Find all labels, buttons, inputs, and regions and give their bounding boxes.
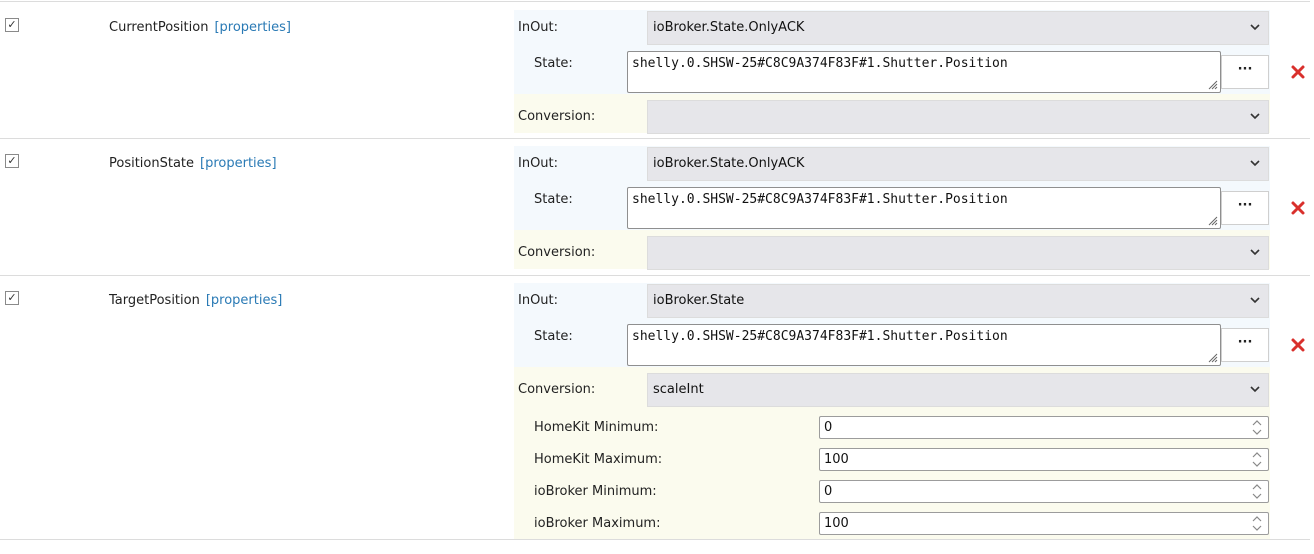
inout-value: ioBroker.State.OnlyACK <box>653 20 805 35</box>
delete-icon[interactable] <box>1289 336 1307 354</box>
chevron-down-icon <box>1250 113 1260 120</box>
conversion-value: scaleInt <box>653 382 704 397</box>
delete-icon[interactable] <box>1289 63 1307 81</box>
properties-link[interactable]: [properties] <box>200 156 276 171</box>
param-label-iobroker-min: ioBroker Minimum: <box>534 484 657 499</box>
state-value: shelly.0.SHSW-25#C8C9A374F83F#1.Shutter.… <box>632 56 1008 71</box>
param-label-homekit-min: HomeKit Minimum: <box>534 420 659 435</box>
spinner-icon[interactable] <box>1250 482 1264 501</box>
chevron-down-icon <box>1250 297 1260 304</box>
delete-icon[interactable] <box>1289 199 1307 217</box>
properties-link[interactable]: [properties] <box>214 20 290 35</box>
inout-value: ioBroker.State <box>653 293 745 308</box>
characteristic-name: PositionState <box>109 156 195 171</box>
conversion-label: Conversion: <box>518 245 596 260</box>
resize-grip-icon[interactable] <box>1206 351 1218 363</box>
conversion-select[interactable] <box>647 236 1269 270</box>
enable-checkbox[interactable]: ✓ <box>5 154 19 168</box>
state-label: State: <box>534 329 573 344</box>
param-value: 0 <box>824 420 833 435</box>
state-input[interactable]: shelly.0.SHSW-25#C8C9A374F83F#1.Shutter.… <box>627 187 1221 229</box>
inout-label: InOut: <box>518 156 559 171</box>
state-input[interactable]: shelly.0.SHSW-25#C8C9A374F83F#1.Shutter.… <box>627 324 1221 366</box>
resize-grip-icon[interactable] <box>1206 214 1218 226</box>
enable-checkbox[interactable]: ✓ <box>5 18 19 32</box>
chevron-down-icon <box>1250 386 1260 393</box>
param-value: 100 <box>824 452 849 467</box>
conversion-label: Conversion: <box>518 109 596 124</box>
browse-state-button[interactable]: ··· <box>1221 328 1269 362</box>
characteristic-name: TargetPosition <box>109 293 200 308</box>
inout-select[interactable]: ioBroker.State <box>647 284 1269 318</box>
characteristic-row: ✓ CurrentPosition [properties] InOut: ioB… <box>0 1 1310 139</box>
browse-state-button[interactable]: ··· <box>1221 191 1269 225</box>
chevron-down-icon <box>1250 249 1260 256</box>
param-label-iobroker-max: ioBroker Maximum: <box>534 516 661 531</box>
characteristic-name: CurrentPosition <box>109 20 209 35</box>
homekit-maximum-input[interactable]: 100 <box>819 448 1269 471</box>
conversion-select[interactable]: scaleInt <box>647 373 1269 407</box>
conversion-label: Conversion: <box>518 382 596 397</box>
inout-select[interactable]: ioBroker.State.OnlyACK <box>647 11 1269 45</box>
state-input[interactable]: shelly.0.SHSW-25#C8C9A374F83F#1.Shutter.… <box>627 51 1221 93</box>
characteristic-row: ✓ TargetPosition [properties] InOut: ioBr… <box>0 276 1310 540</box>
param-value: 100 <box>824 516 849 531</box>
state-value: shelly.0.SHSW-25#C8C9A374F83F#1.Shutter.… <box>632 329 1008 344</box>
conversion-select[interactable] <box>647 100 1269 134</box>
iobroker-maximum-input[interactable]: 100 <box>819 512 1269 535</box>
spinner-icon[interactable] <box>1250 418 1264 437</box>
inout-select[interactable]: ioBroker.State.OnlyACK <box>647 147 1269 181</box>
chevron-down-icon <box>1250 24 1260 31</box>
state-label: State: <box>534 56 573 71</box>
resize-grip-icon[interactable] <box>1206 78 1218 90</box>
characteristic-row: ✓ PositionState [properties] InOut: ioBro… <box>0 139 1310 276</box>
inout-label: InOut: <box>518 20 559 35</box>
homekit-minimum-input[interactable]: 0 <box>819 416 1269 439</box>
iobroker-minimum-input[interactable]: 0 <box>819 480 1269 503</box>
param-label-homekit-max: HomeKit Maximum: <box>534 452 663 467</box>
properties-link[interactable]: [properties] <box>206 293 282 308</box>
state-value: shelly.0.SHSW-25#C8C9A374F83F#1.Shutter.… <box>632 192 1008 207</box>
spinner-icon[interactable] <box>1250 450 1264 469</box>
spinner-icon[interactable] <box>1250 514 1264 533</box>
param-value: 0 <box>824 484 833 499</box>
state-label: State: <box>534 192 573 207</box>
chevron-down-icon <box>1250 160 1260 167</box>
enable-checkbox[interactable]: ✓ <box>5 291 19 305</box>
browse-state-button[interactable]: ··· <box>1221 55 1269 89</box>
inout-label: InOut: <box>518 293 559 308</box>
inout-value: ioBroker.State.OnlyACK <box>653 156 805 171</box>
